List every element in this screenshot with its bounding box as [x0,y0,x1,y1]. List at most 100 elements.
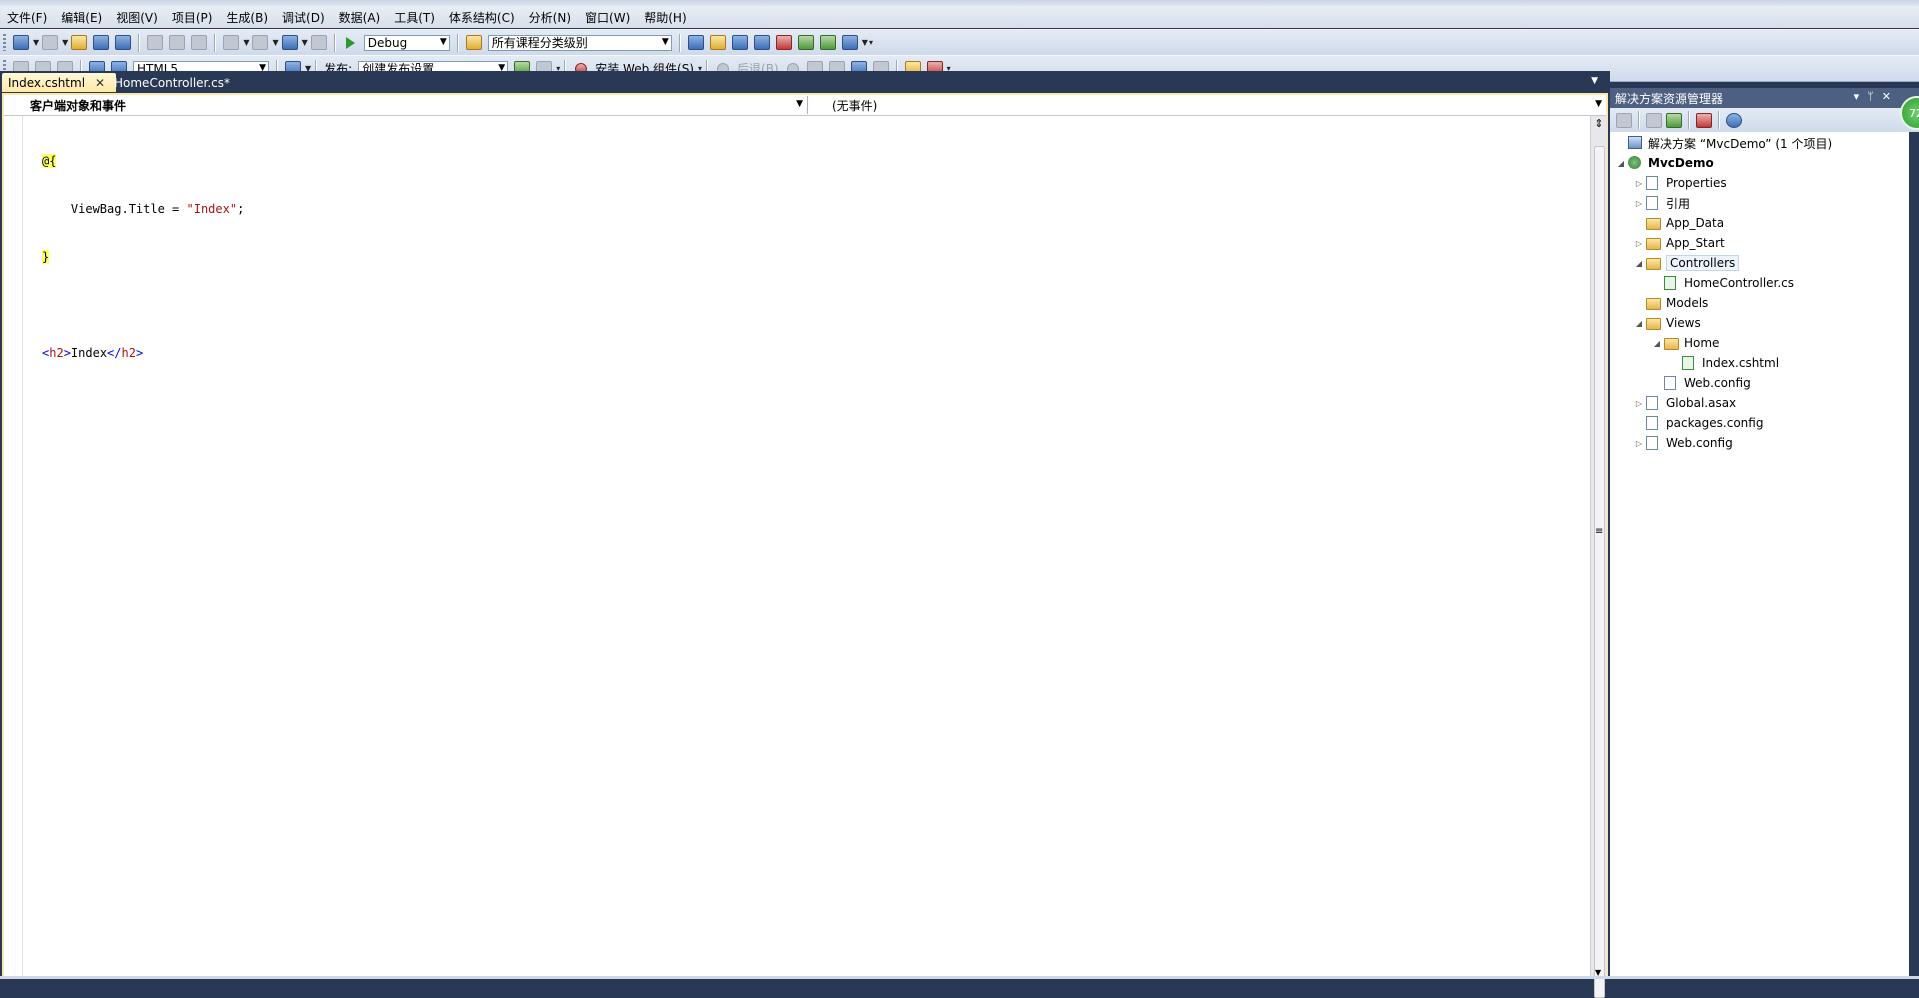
menu-file[interactable]: 文件(F) [0,9,54,26]
menu-project[interactable]: 项目(P) [165,9,220,26]
add-item-icon[interactable] [40,33,60,53]
tree-label: Home [1684,336,1720,350]
chevron-down-icon[interactable]: ▼ [272,38,278,47]
standard-toolbar: ▼ ▼ ▼ ▼ ▼ Debug ▼ 所有课程分类级别 ▼ ▼ ▾ [0,29,1919,55]
tree-properties[interactable]: ▷ Properties [1632,174,1727,192]
tree-models[interactable]: Models [1632,294,1708,312]
open-file-icon[interactable] [69,33,89,53]
show-all-files-icon[interactable] [1645,110,1663,130]
collapse-icon[interactable]: ◢ [1632,259,1646,268]
save-all-icon[interactable] [113,33,133,53]
solution-explorer-icon[interactable] [708,33,728,53]
cut-icon[interactable] [145,33,165,53]
menu-build[interactable]: 生成(B) [219,9,275,26]
menu-view[interactable]: 视图(V) [109,9,165,26]
tab-homecontroller-cs[interactable]: HomeController.cs* [108,73,236,92]
tree-homecontroller[interactable]: HomeController.cs [1650,274,1794,292]
chevron-down-icon[interactable]: ▼ [62,38,68,47]
collapse-icon[interactable]: ◢ [1614,159,1628,168]
separator [456,33,459,52]
tree-references[interactable]: ▷ 引用 [1632,194,1690,212]
collapse-icon[interactable]: ◢ [1632,319,1646,328]
toolbox-icon[interactable] [774,33,794,53]
menu-data[interactable]: 数据(A) [332,9,388,26]
tree-views[interactable]: ◢ Views [1632,314,1701,332]
editor-vertical-scrollbar[interactable]: ⇕ ≡ ▼ [1590,116,1607,998]
object-browser-icon[interactable] [752,33,772,53]
tree-views-web-config[interactable]: Web.config [1650,374,1751,392]
splitter-icon[interactable]: ⇕ [1593,118,1605,130]
menu-debug[interactable]: 调试(D) [275,9,332,26]
close-icon[interactable]: ✕ [1882,90,1899,103]
menu-tools[interactable]: 工具(T) [387,9,442,26]
copy-icon[interactable] [167,33,187,53]
find-combo[interactable]: 所有课程分类级别 ▼ [487,34,672,51]
menu-window[interactable]: 窗口(W) [578,9,637,26]
expand-icon[interactable]: ▷ [1632,399,1646,408]
find-combo-value: 所有课程分类级别 [491,36,588,50]
code-line: @{ [42,153,244,169]
dropdown-icon[interactable]: ▾ [1854,90,1868,103]
find-symbol-icon[interactable] [686,33,706,53]
chevron-down-icon[interactable]: ▼ [33,38,39,47]
chevron-down-icon[interactable]: ▼ [243,38,249,47]
redo-icon[interactable] [250,33,270,53]
save-icon[interactable] [91,33,111,53]
find-in-files-icon[interactable] [464,33,484,53]
menu-help[interactable]: 帮助(H) [637,9,693,26]
pin-icon[interactable]: ᛘ [1867,90,1882,103]
expand-icon[interactable]: ▷ [1632,179,1646,188]
tree-solution[interactable]: 解决方案 “MvcDemo” (1 个项目) [1614,134,1832,152]
navigate-forward-icon[interactable] [309,33,329,53]
menu-analyze[interactable]: 分析(N) [522,9,578,26]
properties-icon[interactable] [1615,110,1633,130]
view-class-diagram-icon[interactable] [1695,110,1713,130]
chevron-down-icon: ▼ [439,36,447,47]
expand-icon[interactable]: ▷ [1632,239,1646,248]
close-icon[interactable]: ✕ [95,76,105,90]
command-window-icon[interactable] [840,33,860,53]
menu-architecture[interactable]: 体系结构(C) [442,9,522,26]
code-text[interactable]: @{ ViewBag.Title = "Index"; } <h2>Index<… [42,121,244,393]
start-page-icon[interactable] [796,33,816,53]
folder-open-icon [1646,258,1661,270]
properties-window-icon[interactable] [730,33,750,53]
editor-gutter[interactable] [4,116,23,979]
undo-icon[interactable] [221,33,241,53]
tag-bracket: > [135,346,144,360]
extension-manager-icon[interactable] [818,33,838,53]
refresh-icon[interactable] [1665,110,1683,130]
tree-global-asax[interactable]: ▷ Global.asax [1632,394,1736,412]
client-objects-dropdown[interactable]: 客户端对象和事件 ▼ [8,96,808,114]
tree-project[interactable]: ◢ MvcDemo [1614,154,1714,172]
expand-icon[interactable]: ▷ [1632,199,1646,208]
string-literal: "Index" [186,202,238,216]
code-text-span: ViewBag.Title = [42,202,187,216]
chevron-down-icon[interactable]: ▼ [862,38,868,47]
toolbar-grip[interactable] [3,34,6,51]
toolbar-overflow-icon[interactable]: ▾ [869,38,873,47]
tree-packages-config[interactable]: packages.config [1632,414,1763,432]
new-project-icon[interactable] [11,33,31,53]
collapse-icon[interactable]: ◢ [1650,339,1664,348]
tree-controllers[interactable]: ◢ Controllers [1632,254,1740,272]
tree-home[interactable]: ◢ Home [1650,334,1719,352]
tab-list-dropdown-icon[interactable]: ▼ [1591,76,1598,86]
solution-configuration-dropdown[interactable]: Debug ▼ [363,34,450,51]
events-dropdown[interactable]: (无事件) ▼ [812,96,1606,114]
expand-icon[interactable]: ▷ [1632,439,1646,448]
navigate-backward-icon[interactable] [280,33,300,53]
tree-index-cshtml[interactable]: Index.cshtml [1668,354,1779,372]
aspnet-configuration-icon[interactable] [1725,110,1743,130]
tree-web-config[interactable]: ▷ Web.config [1632,434,1733,452]
tree-app-data[interactable]: App_Data [1632,214,1724,232]
tab-index-cshtml[interactable]: Index.cshtml ✕ [2,73,116,92]
start-debugging-icon[interactable] [345,36,355,49]
menu-edit[interactable]: 编辑(E) [54,9,109,26]
code-editor[interactable]: @{ ViewBag.Title = "Index"; } <h2>Index<… [4,116,1590,979]
paste-icon[interactable] [189,33,209,53]
chevron-down-icon[interactable]: ▼ [302,38,308,47]
scrollbar-thumb[interactable] [1594,146,1605,998]
tree-app-start[interactable]: ▷ App_Start [1632,234,1725,252]
